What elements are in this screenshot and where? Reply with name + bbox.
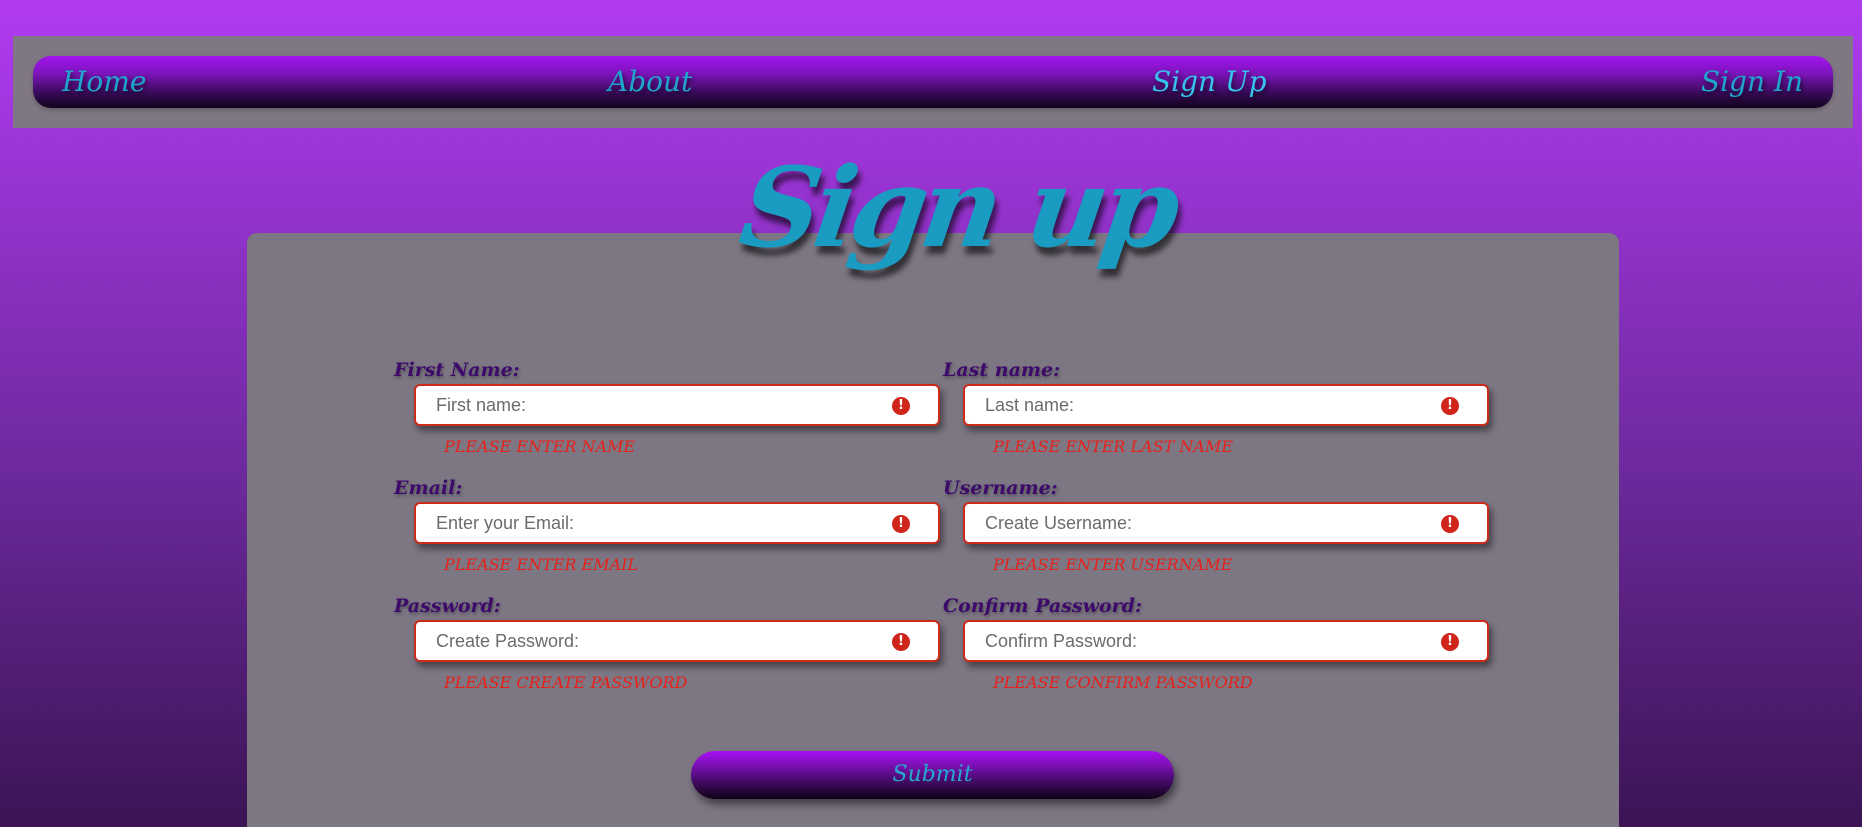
username-input[interactable]	[965, 504, 1445, 542]
email-input[interactable]	[416, 504, 896, 542]
email-label: Email:	[394, 477, 463, 499]
alert-circle-icon: !	[892, 515, 910, 533]
username-error: Please enter username	[993, 555, 1233, 574]
alert-circle-icon: !	[892, 397, 910, 415]
alert-circle-icon: !	[1441, 515, 1459, 533]
confirm-password-field-box: !	[963, 620, 1489, 662]
last-name-field-box: !	[963, 384, 1489, 426]
navbar-container: Home About Sign Up Sign In	[13, 36, 1853, 128]
password-error: Please create password	[444, 673, 688, 692]
username-field-box: !	[963, 502, 1489, 544]
password-field-box: !	[414, 620, 940, 662]
confirm-password-input[interactable]	[965, 622, 1445, 660]
username-label: Username:	[943, 477, 1058, 499]
nav-signup-link[interactable]: Sign Up	[1152, 65, 1267, 99]
first-name-input[interactable]	[416, 386, 896, 424]
email-field-box: !	[414, 502, 940, 544]
first-name-error: Please enter name	[444, 437, 636, 456]
first-name-field-box: !	[414, 384, 940, 426]
password-label: Password:	[394, 595, 501, 617]
password-input[interactable]	[416, 622, 896, 660]
nav-signin-link[interactable]: Sign In	[1701, 65, 1803, 99]
confirm-password-label: Confirm Password:	[943, 595, 1142, 617]
alert-circle-icon: !	[892, 633, 910, 651]
alert-circle-icon: !	[1441, 633, 1459, 651]
first-name-label: First Name:	[394, 359, 520, 381]
alert-circle-icon: !	[1441, 397, 1459, 415]
confirm-password-error: Please confirm password	[993, 673, 1253, 692]
last-name-input[interactable]	[965, 386, 1445, 424]
last-name-label: Last name:	[943, 359, 1061, 381]
nav-about-link[interactable]: About	[608, 65, 692, 99]
page-title: Sign up	[733, 143, 1183, 272]
nav-home-link[interactable]: Home	[62, 65, 146, 99]
email-error: Please enter email	[444, 555, 639, 574]
navbar: Home About Sign Up Sign In	[33, 56, 1833, 108]
submit-button[interactable]: Submit	[691, 751, 1174, 799]
last-name-error: Please enter last name	[993, 437, 1234, 456]
